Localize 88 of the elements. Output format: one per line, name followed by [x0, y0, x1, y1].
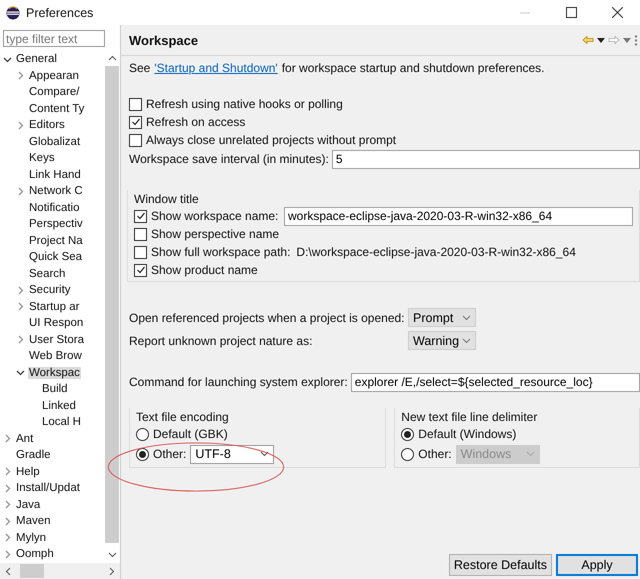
filter-field[interactable]: type filter text: [3, 30, 105, 47]
radio-label: Default (Windows): [418, 427, 516, 441]
checkbox[interactable]: [134, 264, 147, 276]
tree-item[interactable]: User Stora: [28, 334, 85, 346]
tree-item[interactable]: Security: [28, 284, 72, 296]
checkbox[interactable]: [129, 98, 142, 110]
close-icon: [612, 7, 622, 18]
caret-icon: [462, 314, 471, 320]
tree-item[interactable]: Gradle: [15, 449, 52, 462]
interval-field[interactable]: 5: [332, 150, 640, 168]
tree-item[interactable]: Quick Sea: [28, 251, 84, 264]
restore-button[interactable]: Restore Defaults: [448, 554, 552, 576]
tree-item[interactable]: UI Respon: [28, 317, 84, 330]
field-label: Command for launching system explorer:: [129, 375, 348, 389]
tree-item[interactable]: Notificatio: [28, 202, 80, 214]
checkbox-label: Show full workspace path:: [151, 245, 290, 259]
tree-item[interactable]: Keys: [28, 152, 56, 164]
tree-item[interactable]: Project Na: [28, 234, 84, 247]
radio-button[interactable]: [136, 428, 149, 440]
workspace-path: D:\workspace-eclipse-java-2020-03-R-win32-x86_64: [296, 245, 576, 259]
dropdown[interactable]: Prompt: [408, 308, 476, 327]
scroll-left-icon[interactable]: [5, 566, 11, 576]
dropdown[interactable]: Warning: [408, 331, 476, 350]
scroll-down-icon[interactable]: [108, 552, 116, 558]
radio-button[interactable]: [401, 448, 414, 460]
tree-item[interactable]: Network C: [28, 185, 84, 198]
group-title: New text file line delimiter: [401, 410, 538, 424]
tree-item[interactable]: Web Brow: [28, 350, 83, 362]
tree-item[interactable]: Build: [41, 383, 69, 396]
radio-label: Other:: [153, 447, 186, 461]
tree-item[interactable]: Startup ar: [28, 300, 80, 313]
more-icon[interactable]: [634, 34, 638, 46]
tree-item[interactable]: Link Hand: [28, 168, 82, 181]
checkbox-label: Show workspace name:: [151, 209, 280, 223]
app-icon: [6, 6, 20, 20]
tree-item[interactable]: Linked: [41, 400, 77, 412]
checkbox[interactable]: [129, 134, 142, 146]
window-title: Preferences: [26, 6, 94, 20]
tree-item[interactable]: Editors: [28, 119, 66, 132]
command-field[interactable]: explorer /E,/select=${selected_resource_loc}: [350, 372, 640, 392]
tree-item[interactable]: Ant: [15, 432, 34, 445]
startup-link[interactable]: 'Startup and Shutdown': [154, 61, 278, 75]
checkbox-label: Always close unrelated projects without prompt: [146, 133, 396, 147]
radio-button[interactable]: [401, 428, 414, 440]
dropdown-icon[interactable]: [597, 38, 605, 42]
tree-item[interactable]: Mylyn: [15, 532, 48, 544]
scroll-right-icon[interactable]: [109, 566, 115, 576]
tree-item[interactable]: Workspac: [28, 366, 81, 379]
group-title: Text file encoding: [136, 410, 229, 424]
checkbox-label: Show product name: [151, 263, 258, 277]
scroll-up-icon[interactable]: [108, 55, 116, 61]
tree-item[interactable]: Help: [15, 466, 41, 478]
intro-text: See 'Startup and Shutdown' for workspace startup and shutdown preferences.: [129, 61, 545, 75]
tree-item[interactable]: General: [15, 53, 58, 66]
checkbox[interactable]: [134, 228, 147, 240]
checkbox-label: Refresh using native hooks or polling: [146, 97, 343, 111]
field-label: Workspace save interval (in minutes):: [129, 152, 329, 166]
tree-item[interactable]: Content Ty: [28, 102, 86, 115]
checkbox-label: Refresh on access: [146, 115, 246, 129]
tree-item[interactable]: Perspectiv: [28, 218, 84, 230]
tree-item[interactable]: Compare/: [28, 86, 80, 98]
checkbox[interactable]: [129, 116, 142, 128]
radio-button[interactable]: [136, 448, 149, 460]
checkbox[interactable]: [134, 246, 147, 258]
workspace-name-field[interactable]: workspace-eclipse-java-2020-03-R-win32-x86_64: [284, 206, 633, 226]
tree-item[interactable]: Local H: [41, 416, 82, 428]
caret-icon: [526, 451, 535, 457]
tree-item[interactable]: Maven: [15, 515, 52, 528]
tree-item[interactable]: Appearan: [28, 70, 80, 82]
checkbox-label: Show perspective name: [151, 227, 280, 241]
maximize-icon: [566, 7, 576, 18]
tree-item[interactable]: Install/Updat: [15, 482, 81, 494]
group-title: Window title: [134, 192, 199, 206]
tree-item[interactable]: Java: [15, 498, 42, 511]
radio-label: Default (GBK): [153, 427, 228, 441]
dropdown[interactable]: UTF-8: [190, 444, 274, 464]
page-title: Workspace: [129, 32, 198, 48]
caret-icon: [462, 338, 471, 344]
caret-icon: [260, 451, 270, 457]
combo-label: Open referenced projects when a project is opened:: [129, 310, 406, 324]
horizontal-scrollbar[interactable]: [0, 563, 120, 579]
tree-item[interactable]: Search: [28, 268, 66, 280]
tree-item[interactable]: Oomph: [15, 548, 55, 560]
tree-item[interactable]: Globalizat: [28, 136, 82, 148]
apply-button[interactable]: Apply: [556, 554, 638, 576]
checkbox[interactable]: [134, 210, 147, 222]
combo-label: Report unknown project nature as:: [129, 334, 314, 348]
radio-label: Other:: [418, 447, 452, 461]
